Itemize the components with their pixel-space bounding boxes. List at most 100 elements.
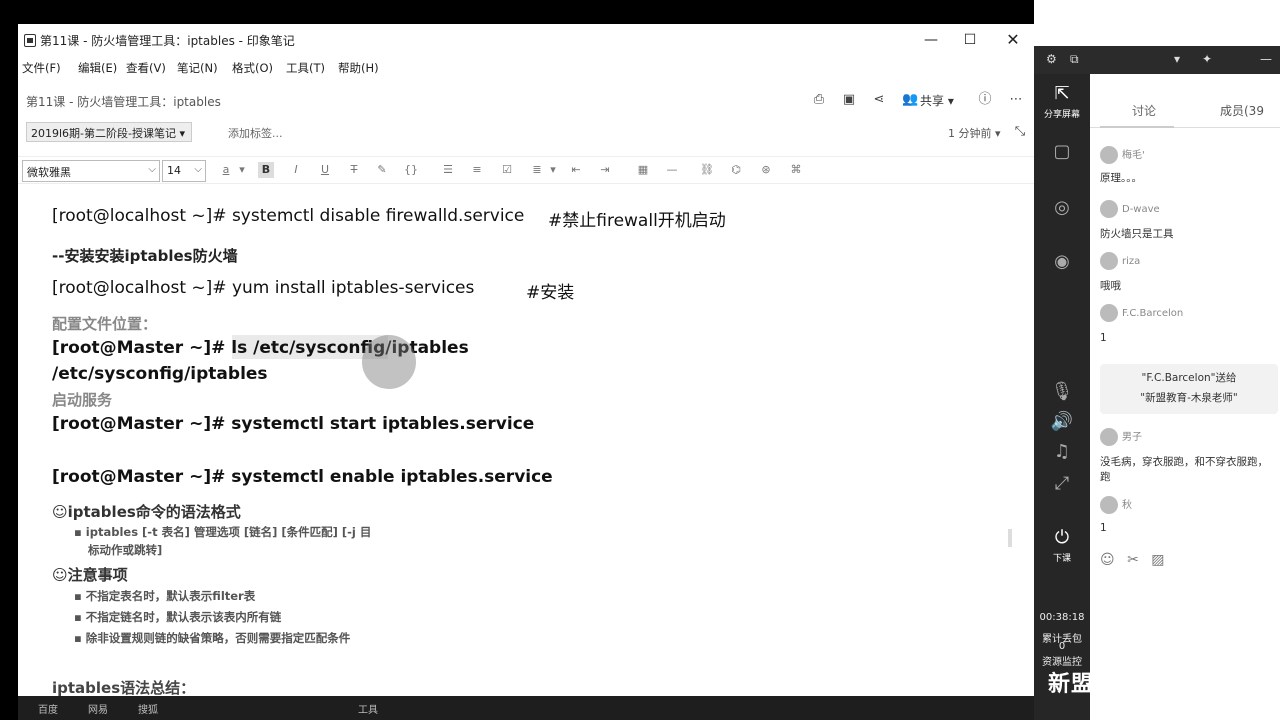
emoji-icon[interactable]: ☺ bbox=[1100, 552, 1115, 568]
syntax-line-1: ▪ iptables [-t 表名] 管理选项 [链名] [条件匹配] [-j … bbox=[74, 525, 372, 539]
more-icon[interactable]: ⋯ bbox=[1008, 92, 1024, 108]
message-text: 哦哦 bbox=[1100, 280, 1121, 292]
scrollbar[interactable] bbox=[1008, 529, 1012, 547]
align-icon[interactable]: ≣ bbox=[529, 162, 545, 178]
share-link-icon[interactable]: ⋖ bbox=[871, 92, 887, 108]
popout-icon[interactable]: ⧉ bbox=[1070, 52, 1079, 67]
message-author: 秋 bbox=[1100, 496, 1132, 514]
info-icon[interactable]: ⓘ bbox=[977, 92, 993, 108]
strikethrough-icon[interactable]: T bbox=[346, 162, 362, 178]
underline-icon[interactable]: U bbox=[317, 162, 333, 178]
ls-output: /etc/sysconfig/iptables bbox=[52, 364, 268, 384]
share-screen-label: 分享屏幕 bbox=[1043, 110, 1080, 120]
scissors-icon[interactable]: ✂ bbox=[1127, 552, 1139, 568]
menu-format[interactable]: 格式(O) bbox=[232, 60, 273, 76]
install-heading: --安装安装iptables防火墙 bbox=[52, 247, 238, 265]
avatar bbox=[1100, 200, 1118, 218]
end-class-icon: ⏻ bbox=[1054, 527, 1070, 548]
updated-time[interactable]: 1 分钟前 ▾ bbox=[948, 125, 1001, 141]
chevron-down-icon[interactable]: ▾ bbox=[1174, 52, 1180, 66]
chevron-down-icon[interactable]: ▾ bbox=[234, 162, 250, 178]
checkbox-icon[interactable]: ☑ bbox=[499, 162, 515, 178]
taskbar-item-1[interactable]: 百度 bbox=[38, 701, 58, 716]
link-icon[interactable]: ⛓ bbox=[699, 162, 715, 178]
video-icon: ◎ bbox=[1054, 197, 1070, 218]
gift-line-2: "新盟教育-木泉老师" bbox=[1140, 392, 1238, 404]
classroom-panel: ⚙ ⧉ ▾ ✦ — ⇱ 分享屏幕 ▢ ◎ ◉ 🎙 🔊 ♫ ⤢ ⏻ 下课 00:3… bbox=[1034, 0, 1280, 720]
menu-note[interactable]: 笔记(N) bbox=[177, 60, 218, 76]
print-icon[interactable]: ⎙ bbox=[811, 92, 827, 108]
indent-icon[interactable]: ⇥ bbox=[597, 162, 613, 178]
avatar bbox=[1100, 428, 1118, 446]
tab-members[interactable]: 成员(39 bbox=[1220, 102, 1264, 119]
close-button[interactable]: ✕ bbox=[995, 28, 1031, 52]
table-icon[interactable]: ▦ bbox=[635, 162, 651, 178]
highlight-icon[interactable]: ✎ bbox=[374, 162, 390, 178]
cmd-disable-comment: #禁止firewall开机启动 bbox=[548, 211, 726, 231]
rail-item-2[interactable]: ▢ bbox=[1034, 142, 1090, 165]
chevron-down-icon[interactable]: ▾ bbox=[545, 162, 561, 178]
people-icon[interactable]: 👥 bbox=[902, 92, 918, 108]
encrypt-icon[interactable]: ⊛ bbox=[758, 162, 774, 178]
attachment-icon[interactable]: ⌬ bbox=[728, 162, 744, 178]
taskbar-item-4[interactable]: 工具 bbox=[358, 701, 378, 716]
share-screen-button[interactable]: ⇱ 分享屏幕 bbox=[1034, 84, 1090, 121]
font-size-select[interactable]: 14 ⌵ bbox=[162, 160, 206, 182]
numbered-list-icon[interactable]: ≡ bbox=[469, 162, 485, 178]
menu-tools[interactable]: 工具(T) bbox=[286, 60, 325, 76]
outdent-icon[interactable]: ⇤ bbox=[568, 162, 584, 178]
pin-icon[interactable]: ✦ bbox=[1202, 52, 1212, 66]
bold-icon[interactable]: B bbox=[258, 162, 274, 178]
mic-button[interactable]: 🎙 bbox=[1034, 382, 1090, 405]
menu-edit[interactable]: 编辑(E) bbox=[78, 60, 117, 76]
music-button[interactable]: ♫ bbox=[1034, 442, 1090, 465]
minimize-button[interactable]: — bbox=[913, 28, 949, 52]
class-timer: 00:38:18 bbox=[1039, 612, 1085, 623]
italic-icon[interactable]: I bbox=[288, 162, 304, 178]
microphone-icon: 🎙 bbox=[1050, 381, 1074, 402]
music-icon: ♫ bbox=[1053, 441, 1071, 462]
cmd-install: [root@localhost ~]# yum install iptables… bbox=[52, 278, 475, 298]
fullscreen-button[interactable]: ⤢ bbox=[1034, 474, 1090, 497]
divider-icon[interactable]: — bbox=[664, 162, 680, 178]
end-class-button[interactable]: ⏻ 下课 bbox=[1034, 527, 1090, 565]
text-color-icon[interactable]: a bbox=[218, 162, 234, 178]
note-title[interactable]: 第11课 - 防火墙管理工具：iptables bbox=[26, 93, 221, 110]
present-icon[interactable]: ▣ bbox=[841, 92, 857, 108]
menu-view[interactable]: 查看(V) bbox=[126, 60, 166, 76]
taskbar: 百度 网易 搜狐 工具 bbox=[18, 696, 1034, 720]
classroom-rail: ⇱ 分享屏幕 ▢ ◎ ◉ 🎙 🔊 ♫ ⤢ ⏻ 下课 00:38:18 累计丢包 … bbox=[1034, 74, 1090, 720]
gift-line-1: "F.C.Barcelon"送给 bbox=[1141, 372, 1237, 384]
format-toolbar: 微软雅黑 ⌵ 14 ⌵ a ▾ B I U T ✎ {} ☰ ≡ ☑ ≣ ▾ ⇤… bbox=[18, 156, 1034, 184]
more-format-icon[interactable]: ⌘ bbox=[788, 162, 804, 178]
rail-item-3[interactable]: ◎ bbox=[1034, 198, 1090, 221]
menu-file[interactable]: 文件(F) bbox=[22, 60, 61, 76]
image-icon[interactable]: ▨ bbox=[1151, 552, 1164, 568]
message-text: 原理。。。 bbox=[1100, 172, 1142, 184]
summary-heading: iptables语法总结： bbox=[52, 679, 196, 696]
evernote-app-icon bbox=[24, 34, 36, 47]
taskbar-item-3[interactable]: 搜狐 bbox=[138, 701, 158, 716]
bullet-list-icon[interactable]: ☰ bbox=[440, 162, 456, 178]
message-author: D-wave bbox=[1100, 200, 1160, 218]
menu-help[interactable]: 帮助(H) bbox=[338, 60, 379, 76]
chat-list: 梅毛' 原理。。。 D-wave 防火墙只是工具 riza 哦哦 F.C.Bar… bbox=[1090, 140, 1280, 680]
notebook-selector[interactable]: 2019l6期-第二阶段-授课笔记 ▾ bbox=[26, 122, 193, 142]
speaker-button[interactable]: 🔊 bbox=[1034, 412, 1090, 435]
active-tab-indicator bbox=[1100, 126, 1174, 128]
share-button[interactable]: 共享 ▾ bbox=[920, 92, 954, 109]
tab-discuss[interactable]: 讨论 bbox=[1132, 102, 1156, 119]
settings-icon[interactable]: ⚙ bbox=[1046, 52, 1057, 66]
taskbar-item-2[interactable]: 网易 bbox=[88, 701, 108, 716]
message-author: riza bbox=[1100, 252, 1140, 270]
rail-item-4[interactable]: ◉ bbox=[1034, 252, 1090, 275]
gift-notice: "F.C.Barcelon"送给 "新盟教育-木泉老师" bbox=[1100, 364, 1278, 414]
code-icon[interactable]: {} bbox=[403, 162, 419, 178]
expand-icon: ⤢ bbox=[1054, 473, 1070, 494]
add-tag-input[interactable]: 添加标签... bbox=[228, 125, 283, 141]
maximize-button[interactable]: ☐ bbox=[952, 28, 988, 52]
note-body[interactable]: [root@localhost ~]# systemctl disable fi… bbox=[18, 189, 1018, 696]
font-family-select[interactable]: 微软雅黑 ⌵ bbox=[22, 160, 160, 182]
collapse-icon[interactable]: ⤡ bbox=[1012, 124, 1028, 140]
minimize-icon[interactable]: — bbox=[1260, 52, 1272, 66]
